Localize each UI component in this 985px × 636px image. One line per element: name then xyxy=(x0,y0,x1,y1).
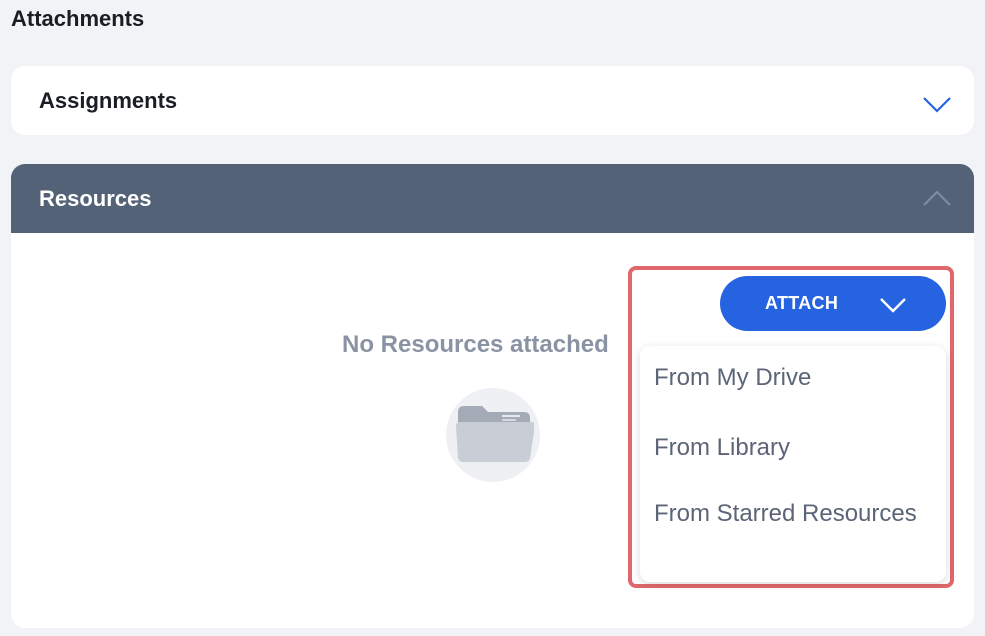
attach-button[interactable]: ATTACH xyxy=(720,276,946,331)
resources-title: Resources xyxy=(39,186,152,211)
chevron-up-icon[interactable] xyxy=(922,188,952,208)
folder-icon xyxy=(446,388,540,482)
menu-item-from-my-drive[interactable]: From My Drive xyxy=(654,360,934,395)
assignments-panel[interactable]: Assignments xyxy=(11,66,974,135)
resources-header[interactable]: Resources xyxy=(11,164,974,233)
page-title: Attachments xyxy=(11,6,145,31)
menu-item-from-library[interactable]: From Library xyxy=(654,430,934,465)
chevron-down-icon xyxy=(878,295,908,315)
attach-button-label: ATTACH xyxy=(765,293,839,313)
assignments-title: Assignments xyxy=(39,88,178,113)
menu-item-from-starred-resources[interactable]: From Starred Resources xyxy=(654,496,934,531)
chevron-down-icon[interactable] xyxy=(922,94,952,114)
attach-menu: From My Drive From Library From Starred … xyxy=(640,346,946,582)
empty-state-text: No Resources attached xyxy=(342,331,609,358)
